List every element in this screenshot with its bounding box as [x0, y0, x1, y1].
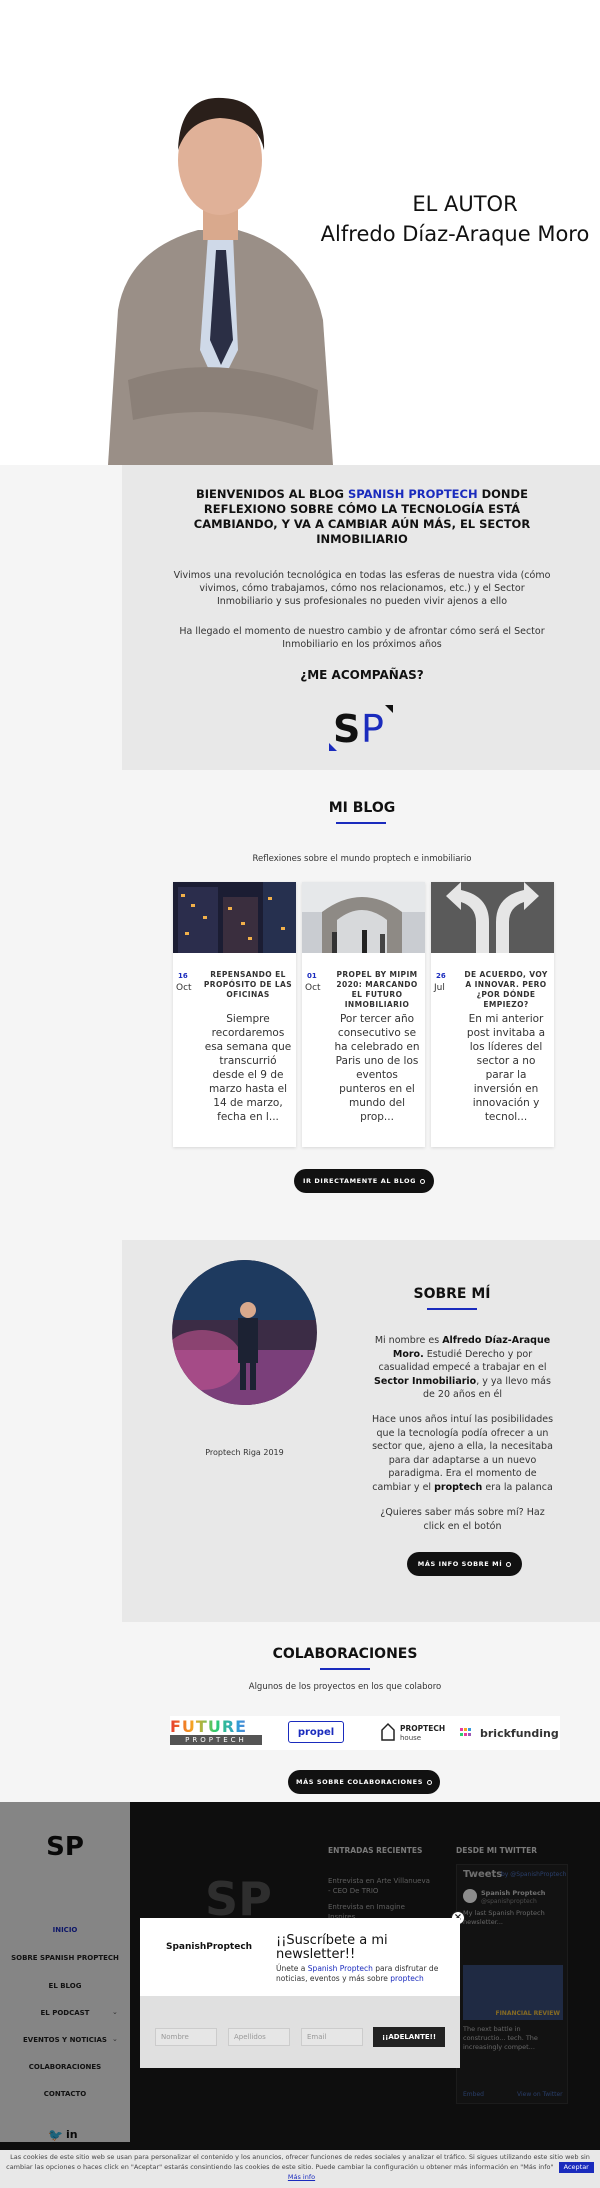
collab-section: COLABORACIONES Algunos de los proyectos …: [0, 1622, 600, 1802]
brickfunding-logo[interactable]: brickfunding: [460, 1725, 560, 1741]
go-to-blog-button[interactable]: IR DIRECTAMENTE AL BLOG: [294, 1169, 434, 1193]
blog-title: MI BLOG: [328, 800, 396, 816]
popup-text-link[interactable]: proptech: [390, 1974, 423, 1983]
post-month: Oct: [305, 983, 321, 993]
future-proptech-logo[interactable]: FUTURE PROPTECH: [170, 1718, 262, 1748]
collab-title-underline: [320, 1668, 370, 1670]
blog-subtitle: Reflexiones sobre el mundo proptech e in…: [252, 854, 472, 864]
propel-logo-text: propel: [297, 1726, 335, 1738]
about-p2-bold: proptech: [434, 1481, 483, 1493]
newsletter-popup: × SpanishProptech ¡¡Suscríbete a mi news…: [140, 1911, 465, 2068]
post-image-mipim: [302, 882, 425, 953]
popup-text: Únete a Spanish Proptech para disfrutar …: [276, 1964, 454, 1984]
blog-title-underline: [336, 822, 386, 824]
collab-title: COLABORACIONES: [272, 1646, 418, 1662]
post-title[interactable]: PROPEL BY MIPIM 2020: MARCANDO EL FUTURO…: [332, 970, 422, 1010]
sp-logo: S P: [327, 703, 397, 753]
proptech-house-b: house: [400, 1734, 422, 1742]
popup-brand: SpanishProptech: [166, 1942, 253, 1952]
blog-card[interactable]: 16 Oct REPENSANDO EL PROPÓSITO DE LAS OF…: [173, 882, 296, 1147]
bricks-icon: [460, 1728, 471, 1736]
speaker-photo: [172, 1260, 317, 1405]
popup-header: SpanishProptech ¡¡Suscríbete a mi newsle…: [140, 1918, 460, 1988]
name-field[interactable]: Nombre: [155, 2028, 217, 2046]
post-day: 26: [436, 972, 446, 980]
page-left-strip: [0, 465, 122, 1800]
more-about-me-label: MÁS INFO SOBRE MÍ: [417, 1560, 503, 1568]
welcome-question: ¿ME ACOMPAÑAS?: [300, 668, 424, 682]
blog-card[interactable]: 01 Oct PROPEL BY MIPIM 2020: MARCANDO EL…: [302, 882, 425, 1147]
about-p1-sector: Sector Inmobiliario: [374, 1375, 477, 1387]
speaker-caption: Proptech Riga 2019: [205, 1448, 284, 1457]
propel-logo[interactable]: propel: [288, 1721, 344, 1743]
post-day: 01: [307, 972, 317, 980]
cookie-bar: Las cookies de este sitio web se usan pa…: [0, 2150, 600, 2188]
hero-section: EL AUTOR Alfredo Díaz-Araque Moro: [0, 0, 600, 465]
popup-text-a: Únete a: [276, 1964, 306, 1973]
subscribe-label: ¡¡ADELANTE!!: [381, 2033, 437, 2041]
go-to-blog-label: IR DIRECTAMENTE AL BLOG: [302, 1177, 417, 1185]
post-title[interactable]: REPENSANDO EL PROPÓSITO DE LAS OFICINAS: [203, 970, 293, 1000]
popup-form: Nombre Apellidos Email ¡¡ADELANTE!!: [140, 1996, 460, 2068]
about-title-underline: [427, 1308, 477, 1310]
blog-section: MI BLOG Reflexiones sobre el mundo propt…: [122, 770, 600, 1240]
about-para-1: Mi nombre es Alfredo Díaz-Araque Moro. E…: [370, 1334, 555, 1402]
circle-icon: [506, 1561, 512, 1567]
circle-icon: [420, 1178, 426, 1184]
welcome-heading-pre: BIENVENIDOS AL BLOG: [196, 487, 344, 501]
post-image-office: [173, 882, 296, 953]
subscribe-button[interactable]: ¡¡ADELANTE!!: [373, 2027, 445, 2047]
about-title: SOBRE MÍ: [413, 1286, 491, 1302]
logos-row: FUTURE PROPTECH propel PROPTECH house br…: [170, 1716, 560, 1750]
house-icon: [381, 1722, 395, 1741]
cookie-text: Las cookies de este sitio web se usan pa…: [6, 2153, 594, 2182]
about-p1-a: Mi nombre es: [374, 1335, 440, 1346]
blog-card[interactable]: 26 Jul DE ACUERDO, VOY A INNOVAR. PERO ¿…: [431, 882, 554, 1147]
future-logo-top: FUTURE: [170, 1718, 262, 1735]
sp-logo-p: P: [361, 707, 384, 751]
welcome-heading-brand: SPANISH PROPTECH: [347, 487, 478, 501]
cookie-message: Las cookies de este sitio web se usan pa…: [6, 2153, 590, 2171]
post-excerpt: Siempre recordaremos esa semana que tran…: [204, 1013, 292, 1123]
about-p2-b: era la palanca: [485, 1481, 553, 1493]
popup-brand-logo: SpanishProptech: [166, 1942, 252, 1952]
post-month: Jul: [434, 983, 445, 993]
collab-subtitle: Algunos de los proyectos en los que cola…: [248, 1682, 442, 1692]
hero-title-line2: Alfredo Díaz-Araque Moro: [320, 222, 590, 246]
popup-text-brand[interactable]: Spanish Proptech: [308, 1964, 373, 1973]
more-about-me-button[interactable]: MÁS INFO SOBRE MÍ: [407, 1552, 522, 1576]
hero-title-line1: EL AUTOR: [412, 192, 518, 216]
post-month: Oct: [176, 983, 192, 993]
email-field[interactable]: Email: [301, 2028, 363, 2046]
cookie-more-link[interactable]: Más info: [288, 2173, 315, 2181]
welcome-para-2: Ha llegado el momento de nuestro cambio …: [179, 626, 545, 650]
post-day: 16: [178, 972, 188, 980]
future-logo-bottom: PROPTECH: [170, 1735, 262, 1745]
post-title[interactable]: DE ACUERDO, VOY A INNOVAR. PERO ¿POR DÓN…: [461, 970, 551, 1010]
post-image-arrows: [431, 882, 554, 953]
post-excerpt: Por tercer año consecutivo se ha celebra…: [334, 1013, 420, 1123]
welcome-heading: BIENVENIDOS AL BLOG SPANISH PROPTECH DON…: [192, 487, 532, 547]
about-para-3: ¿Quieres saber más sobre mí? Haz click e…: [380, 1507, 545, 1532]
popup-title: ¡¡Suscríbete a mi newsletter!!: [276, 1933, 388, 1962]
proptech-house-logo[interactable]: PROPTECH house: [380, 1718, 450, 1748]
about-section: Proptech Riga 2019 SOBRE MÍ Mi nombre es…: [122, 1240, 600, 1622]
surname-field[interactable]: Apellidos: [228, 2028, 290, 2046]
more-collab-button[interactable]: MÁS SOBRE COLABORACIONES: [288, 1770, 440, 1794]
welcome-para-1: Vivimos una revolución tecnológica en to…: [173, 570, 551, 607]
circle-icon: [426, 1779, 432, 1785]
brickfunding-text: brickfunding: [480, 1726, 559, 1740]
post-excerpt: En mi anterior post invitaba a los líder…: [466, 1013, 546, 1123]
sp-logo-s: S: [333, 707, 361, 751]
about-para-2: Hace unos años intuí las posibilidades q…: [370, 1413, 555, 1494]
author-photo: [88, 90, 346, 465]
welcome-section: BIENVENIDOS AL BLOG SPANISH PROPTECH DON…: [122, 465, 600, 770]
proptech-house-a: PROPTECH: [400, 1724, 446, 1733]
more-collab-label: MÁS SOBRE COLABORACIONES: [296, 1778, 423, 1786]
cookie-accept-button[interactable]: Aceptar: [558, 2162, 594, 2173]
